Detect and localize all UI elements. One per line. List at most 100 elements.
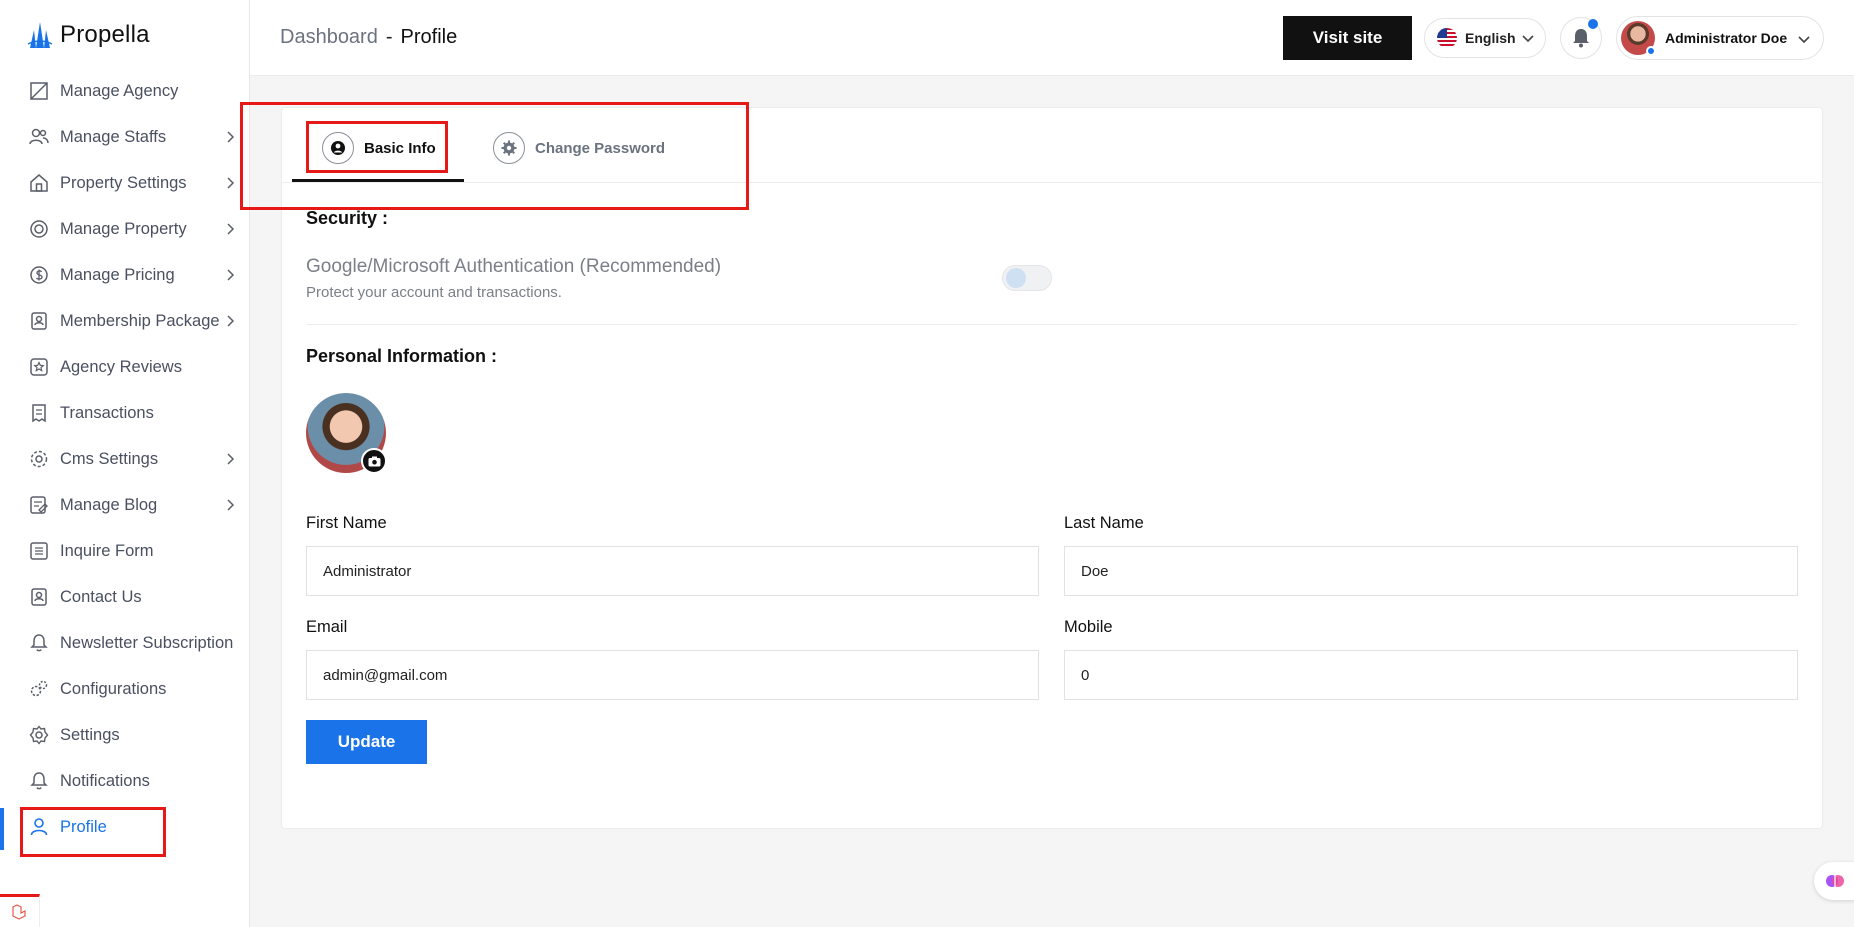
mobile-input[interactable] xyxy=(1064,650,1798,700)
user-menu[interactable]: Administrator Doe xyxy=(1616,16,1824,60)
visit-site-button[interactable]: Visit site xyxy=(1283,16,1412,60)
sidebar-item-configurations[interactable]: Configurations xyxy=(0,666,250,712)
breadcrumb-dashboard[interactable]: Dashboard xyxy=(280,26,378,49)
sidebar-item-label: Property Settings xyxy=(60,173,187,192)
cogs-icon xyxy=(28,678,50,700)
breadcrumb: Dashboard - Profile xyxy=(280,26,457,49)
camera-icon xyxy=(368,456,380,466)
email-label: Email xyxy=(306,618,348,636)
brand-name: Propella xyxy=(60,21,150,48)
sidebar-item-settings[interactable]: Settings xyxy=(0,712,250,758)
sidebar-item-manage-agency[interactable]: Manage Agency xyxy=(0,68,250,114)
chevron-right-icon xyxy=(222,497,238,513)
personal-info-title: Personal Information : xyxy=(306,346,498,366)
sidebar-item-label: Membership Package xyxy=(60,311,220,330)
sidebar-nav: Manage Agency Manage Staffs Property Setti… xyxy=(0,68,250,850)
assistant-widget-button[interactable] xyxy=(1814,862,1854,900)
language-selector[interactable]: English xyxy=(1424,18,1546,58)
propella-logo-icon xyxy=(27,22,53,48)
sidebar-item-label: Manage Property xyxy=(60,219,187,238)
chevron-right-icon xyxy=(222,451,238,467)
sidebar-item-manage-pricing[interactable]: Manage Pricing xyxy=(0,252,250,298)
sidebar-item-label: Contact Us xyxy=(60,587,142,606)
email-input[interactable] xyxy=(306,650,1039,700)
sidebar-item-notifications[interactable]: Notifications xyxy=(0,758,250,804)
change-photo-button[interactable] xyxy=(361,448,387,474)
gear-icon xyxy=(493,132,525,164)
mobile-label: Mobile xyxy=(1064,618,1113,636)
profile-highlight-box xyxy=(20,807,166,857)
last-name-label: Last Name xyxy=(1064,514,1144,532)
tab-change-password[interactable]: Change Password xyxy=(493,128,665,168)
sidebar-item-manage-staffs[interactable]: Manage Staffs xyxy=(0,114,250,160)
laravel-icon[interactable] xyxy=(0,894,40,927)
sidebar-item-transactions[interactable]: Transactions xyxy=(0,390,250,436)
sidebar-item-label: Cms Settings xyxy=(60,449,159,468)
bell-icon xyxy=(28,632,50,654)
profile-tabs: Basic Info Change Password xyxy=(282,108,1822,183)
agency-icon xyxy=(28,80,50,102)
tab-change-password-label: Change Password xyxy=(535,139,666,157)
update-button[interactable]: Update xyxy=(306,720,427,764)
blog-icon xyxy=(28,494,50,516)
bell-icon xyxy=(28,770,50,792)
chevron-right-icon xyxy=(222,129,238,145)
last-name-input[interactable] xyxy=(1064,546,1798,596)
sidebar-item-membership-package[interactable]: Membership Package xyxy=(0,298,250,344)
membership-icon xyxy=(28,310,50,332)
star-icon xyxy=(28,356,50,378)
auth-description: Protect your account and transactions. xyxy=(306,284,562,301)
pricing-icon xyxy=(28,264,50,286)
profile-card: Basic Info Change Password Security : Go… xyxy=(281,107,1823,829)
security-title: Security : xyxy=(306,208,389,228)
list-icon xyxy=(28,540,50,562)
brain-icon xyxy=(1826,875,1844,887)
chevron-down-icon xyxy=(1798,36,1810,44)
brand-logo[interactable]: Propella xyxy=(26,20,150,50)
sidebar-item-label: Manage Pricing xyxy=(60,265,175,284)
property-icon xyxy=(28,218,50,240)
sidebar-item-property-settings[interactable]: Property Settings xyxy=(0,160,250,206)
first-name-input[interactable] xyxy=(306,546,1039,596)
sidebar-item-label: Agency Reviews xyxy=(60,357,182,376)
sidebar-item-label: Transactions xyxy=(60,403,154,422)
two-factor-toggle[interactable] xyxy=(1002,265,1052,291)
sidebar-item-label: Notifications xyxy=(60,771,150,790)
chevron-right-icon xyxy=(222,221,238,237)
sidebar-item-label: Configurations xyxy=(60,679,167,698)
sidebar-item-label: Manage Agency xyxy=(60,81,179,100)
breadcrumb-current: Profile xyxy=(400,26,458,48)
avatar xyxy=(1621,21,1656,56)
breadcrumb-separator: - xyxy=(385,26,393,48)
receipt-icon xyxy=(28,402,50,424)
auth-title: Google/Microsoft Authentication (Recomme… xyxy=(306,256,722,277)
sidebar-item-inquire-form[interactable]: Inquire Form xyxy=(0,528,250,574)
top-header: Dashboard - Profile Visit site English A… xyxy=(250,0,1854,76)
sidebar: Propella Manage Agency Manage Staffs Prope… xyxy=(0,0,250,927)
users-icon xyxy=(28,126,50,148)
bell-icon xyxy=(1573,29,1589,48)
sidebar-item-agency-reviews[interactable]: Agency Reviews xyxy=(0,344,250,390)
sidebar-item-manage-property[interactable]: Manage Property xyxy=(0,206,250,252)
chevron-right-icon xyxy=(222,313,238,329)
notifications-button[interactable] xyxy=(1560,17,1602,59)
settings-icon xyxy=(28,724,50,746)
contact-icon xyxy=(28,586,50,608)
user-name: Administrator Doe xyxy=(1665,30,1788,46)
toggle-knob xyxy=(1006,268,1026,288)
gear-icon xyxy=(28,448,50,470)
basic-info-highlight-box xyxy=(306,121,448,173)
us-flag-icon xyxy=(1437,28,1457,48)
home-icon xyxy=(28,172,50,194)
sidebar-item-label: Inquire Form xyxy=(60,541,154,560)
sidebar-item-manage-blog[interactable]: Manage Blog xyxy=(0,482,250,528)
sidebar-item-cms-settings[interactable]: Cms Settings xyxy=(0,436,250,482)
sidebar-item-contact-us[interactable]: Contact Us xyxy=(0,574,250,620)
chevron-right-icon xyxy=(222,175,238,191)
notification-dot xyxy=(1588,19,1598,29)
sidebar-item-label: Settings xyxy=(60,725,120,744)
chevron-right-icon xyxy=(222,267,238,283)
chevron-down-icon xyxy=(1522,35,1534,43)
sidebar-item-newsletter-subscription[interactable]: Newsletter Subscription xyxy=(0,620,250,666)
sidebar-item-label: Manage Blog xyxy=(60,495,158,514)
